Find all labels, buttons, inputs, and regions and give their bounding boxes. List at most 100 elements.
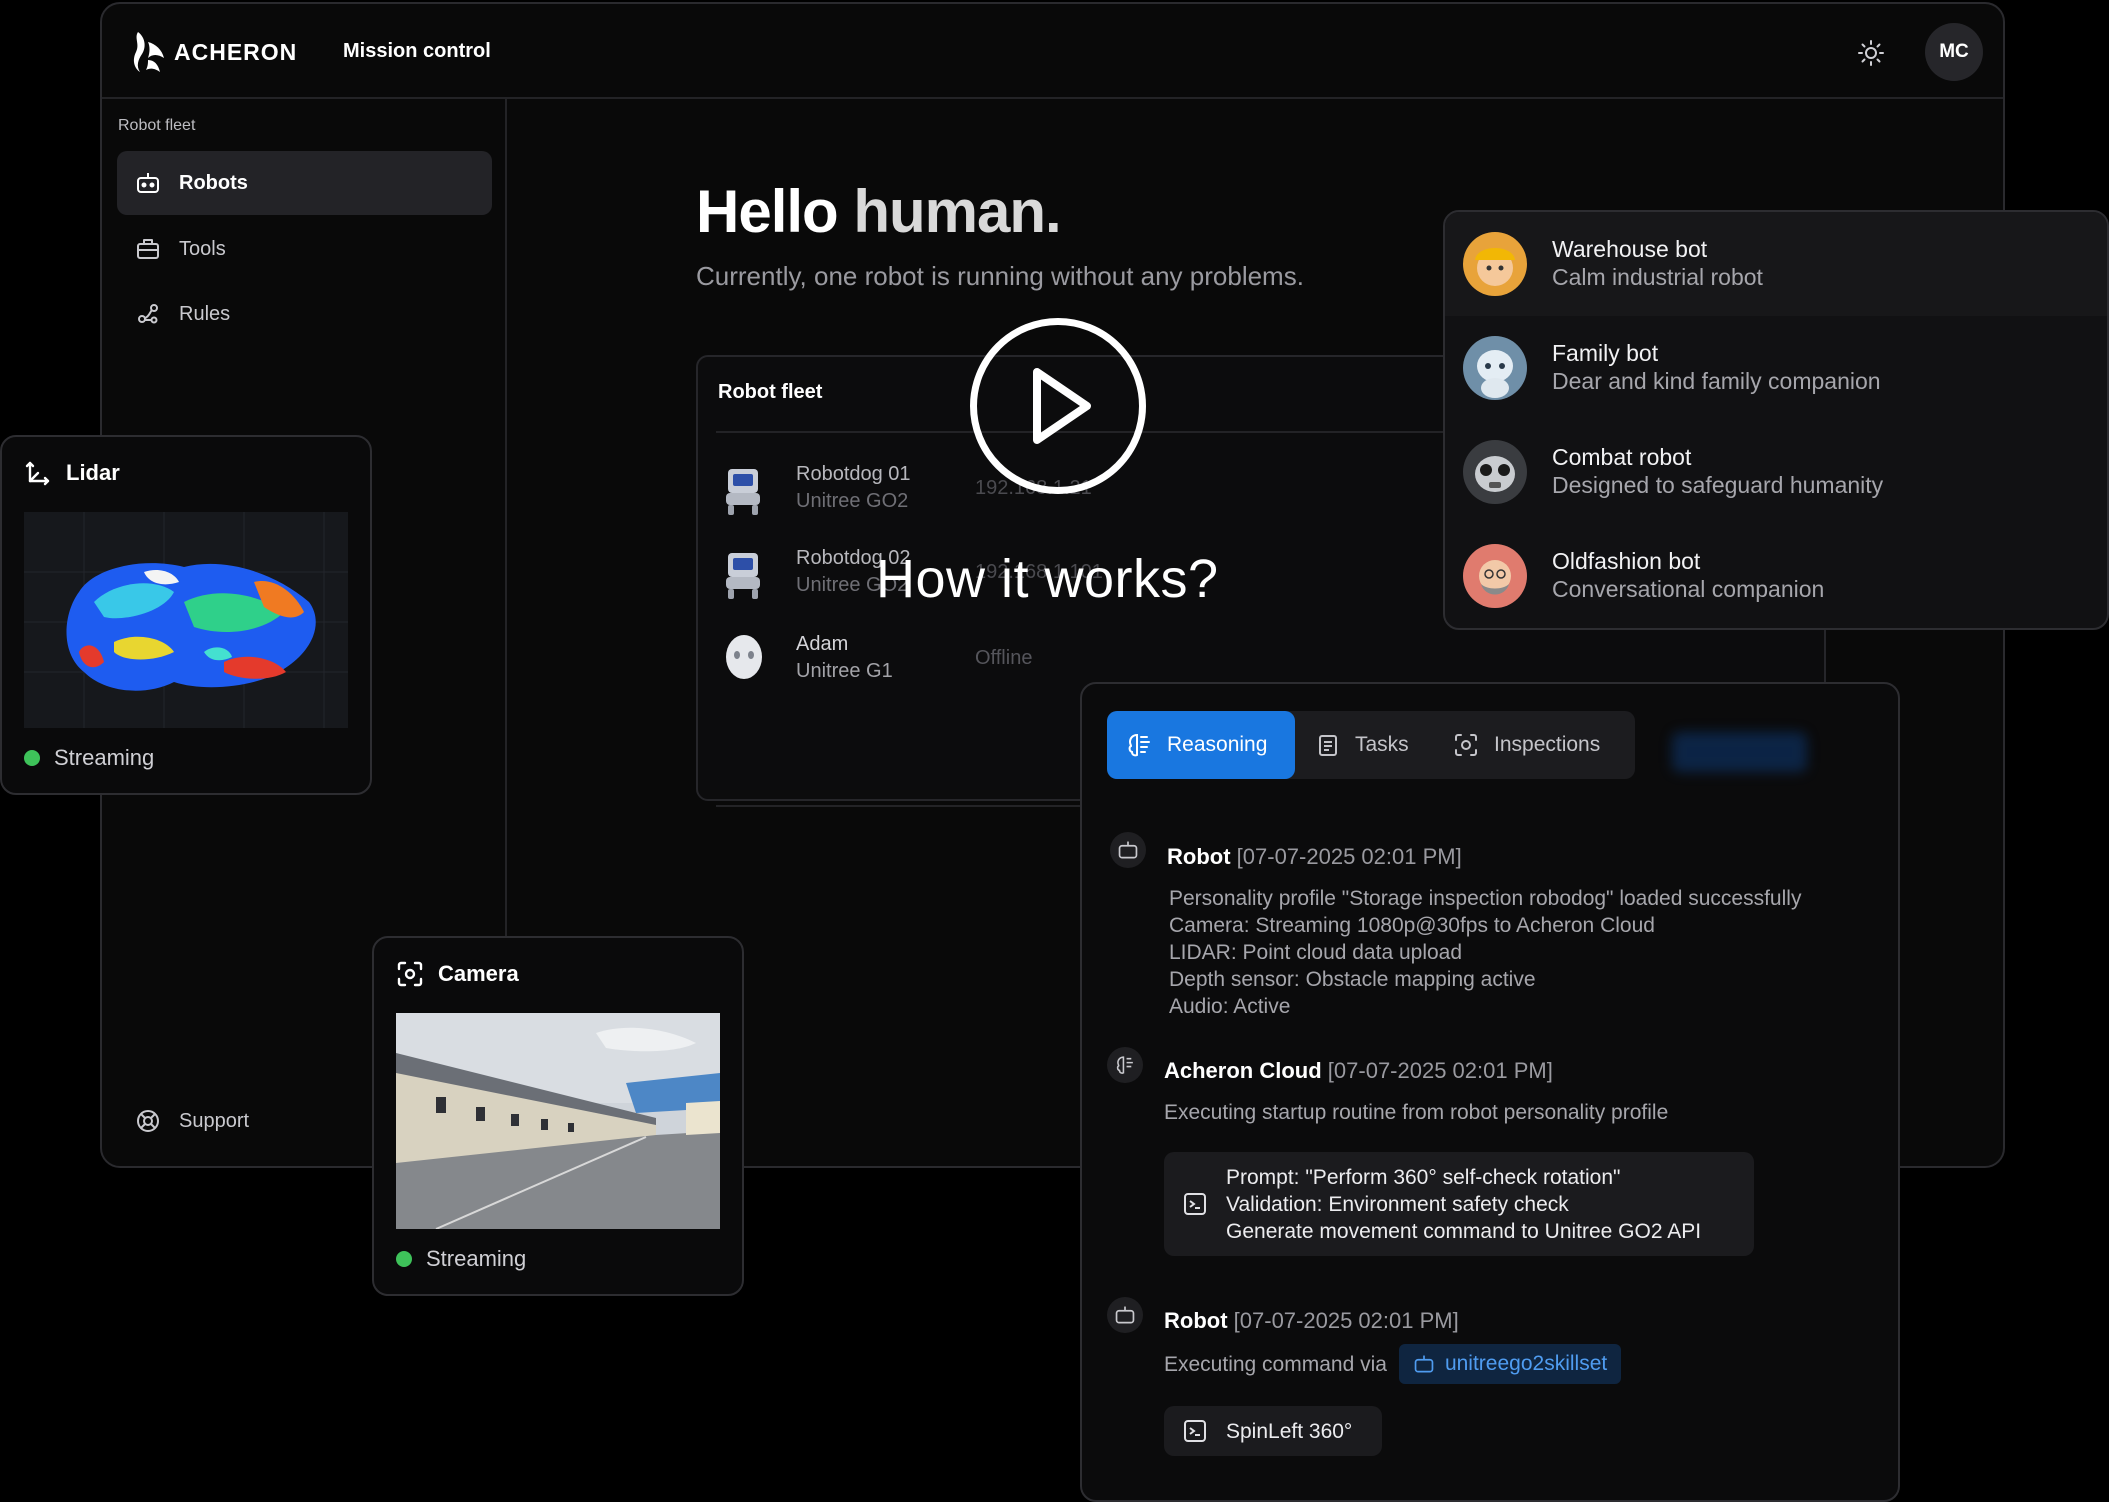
greeting-bold: Hello — [696, 178, 839, 245]
tab-reasoning[interactable]: Reasoning — [1107, 711, 1295, 779]
fleet-card-title: Robot fleet — [718, 381, 823, 403]
greeting-rest: human. — [853, 178, 1061, 245]
tab-bar: Reasoning Tasks Inspections — [1107, 711, 1635, 779]
command-code-block: SpinLeft 360° — [1164, 1406, 1382, 1456]
lidar-status: Streaming — [24, 745, 154, 771]
app-title: Mission control — [343, 40, 491, 62]
robotdog-thumbnail — [720, 547, 768, 601]
greeting-subtitle: Currently, one robot is running without … — [696, 261, 1304, 291]
bot-name: Warehouse bot — [1552, 236, 1708, 262]
camera-feed-view — [396, 1013, 720, 1229]
greeting-heading: Hello human. — [696, 177, 1062, 246]
robot-icon — [1110, 832, 1146, 868]
lidar-panel[interactable]: Lidar Streaming — [0, 435, 372, 795]
skillset-chip[interactable]: unitreego2skillset — [1398, 1344, 1622, 1384]
humanoid-thumbnail — [720, 633, 768, 687]
sidebar-item-label: Robots — [179, 171, 248, 194]
bot-item-family[interactable]: Family bot Dear and kind family companio… — [1445, 316, 2107, 420]
tab-label: Tasks — [1355, 733, 1409, 756]
bot-item-warehouse[interactable]: Warehouse bot Calm industrial robot — [1445, 212, 2107, 316]
robot-name: Robotdog 01 — [796, 463, 911, 485]
bot-item-combat[interactable]: Combat robot Designed to safeguard human… — [1445, 420, 2107, 524]
tab-label: Inspections — [1494, 733, 1601, 756]
clipboard-icon — [1315, 732, 1341, 758]
log-entry-body: Personality profile "Storage inspection … — [1169, 887, 1802, 1018]
log-author: Robot — [1164, 1308, 1228, 1333]
oldfashion-bot-avatar — [1463, 544, 1527, 608]
log-timestamp: [07-07-2025 02:01 PM] — [1236, 844, 1462, 869]
log-timestamp: [07-07-2025 02:01 PM] — [1327, 1058, 1553, 1083]
status-dot — [396, 1251, 412, 1267]
bot-name: Oldfashion bot — [1552, 548, 1701, 574]
warehouse-bot-avatar — [1463, 232, 1527, 296]
sidebar-section-label: Robot fleet — [118, 117, 196, 134]
acheron-logo[interactable]: ACHERON — [132, 30, 297, 74]
lifebuoy-icon — [135, 1108, 161, 1134]
theme-toggle-sun-icon[interactable] — [1857, 39, 1885, 67]
blurred-action-button[interactable] — [1672, 732, 1807, 772]
robot-status: Offline — [975, 647, 1033, 669]
sidebar-item-label: Support — [179, 1109, 250, 1132]
combat-robot-avatar — [1463, 440, 1527, 504]
camera-header: Camera — [396, 960, 519, 988]
logo-wordmark: ACHERON — [174, 38, 298, 65]
sidebar-item-rules[interactable]: Rules — [117, 282, 492, 346]
reasoning-panel: Reasoning Tasks Inspections Robot [07-07… — [1080, 682, 1900, 1502]
brain-icon — [1107, 1047, 1143, 1083]
camera-panel[interactable]: Camera Streaming — [372, 936, 744, 1296]
bot-description: Designed to safeguard humanity — [1552, 472, 1884, 498]
video-caption: How it works? — [876, 549, 1219, 609]
lidar-point-cloud-view — [24, 512, 348, 728]
brain-icon — [1125, 731, 1153, 759]
tab-tasks[interactable]: Tasks — [1315, 711, 1435, 779]
log-author: Acheron Cloud — [1164, 1058, 1322, 1083]
top-bar: ACHERON Mission control MC — [102, 4, 2003, 99]
log-timestamp: [07-07-2025 02:01 PM] — [1233, 1308, 1459, 1333]
bot-personality-list: Warehouse bot Calm industrial robot Fami… — [1443, 210, 2109, 630]
terminal-icon — [1182, 1191, 1208, 1217]
family-bot-avatar — [1463, 336, 1527, 400]
bot-description: Dear and kind family companion — [1552, 368, 1881, 394]
bot-name: Family bot — [1552, 340, 1659, 366]
robotdog-thumbnail — [720, 463, 768, 517]
robot-icon — [1107, 1297, 1143, 1333]
camera-title: Camera — [438, 961, 519, 986]
terminal-icon — [1182, 1418, 1208, 1444]
tab-label: Reasoning — [1167, 733, 1268, 756]
status-dot — [24, 750, 40, 766]
code-text: SpinLeft 360° — [1226, 1419, 1353, 1443]
bot-description: Conversational companion — [1552, 576, 1825, 602]
user-avatar[interactable]: MC — [1925, 23, 1983, 81]
play-icon — [1023, 366, 1093, 446]
log-entry-header: Robot [07-07-2025 02:01 PM] — [1167, 844, 1462, 870]
log-entry-body: Executing command via — [1164, 1352, 1387, 1376]
skillset-name: unitreego2skillset — [1444, 1352, 1608, 1375]
sidebar-item-tools[interactable]: Tools — [117, 217, 492, 281]
log-entry-body-row: Executing command via unitreego2skillset — [1164, 1344, 1622, 1384]
lidar-header: Lidar — [24, 459, 120, 487]
log-entry-body: Executing startup routine from robot per… — [1164, 1101, 1669, 1124]
sidebar-item-robots[interactable]: Robots — [117, 151, 492, 215]
toolbox-icon — [135, 236, 161, 262]
flow-icon — [135, 301, 161, 327]
robot-icon — [135, 170, 161, 196]
log-entry-header: Acheron Cloud [07-07-2025 02:01 PM] — [1164, 1058, 1553, 1084]
robot-icon — [1413, 1353, 1435, 1375]
bot-item-oldfashion[interactable]: Oldfashion bot Conversational companion — [1445, 524, 2107, 628]
robot-model: Unitree GO2 — [796, 490, 909, 512]
acheron-logo-icon — [132, 30, 166, 74]
log-entry-header: Robot [07-07-2025 02:01 PM] — [1164, 1308, 1459, 1334]
sidebar-item-label: Rules — [179, 302, 231, 325]
camera-focus-icon — [396, 960, 424, 988]
bot-description: Calm industrial robot — [1552, 264, 1763, 290]
robot-model: Unitree G1 — [796, 660, 893, 682]
scan-eye-icon — [1452, 731, 1480, 759]
tab-inspections[interactable]: Inspections — [1452, 711, 1627, 779]
status-text: Streaming — [54, 745, 155, 770]
prompt-code-block: Prompt: "Perform 360° self-check rotatio… — [1164, 1152, 1754, 1256]
lidar-title: Lidar — [66, 460, 120, 485]
status-text: Streaming — [426, 1246, 527, 1271]
play-video-button[interactable] — [970, 318, 1146, 494]
bot-name: Combat robot — [1552, 444, 1692, 470]
log-author: Robot — [1167, 844, 1231, 869]
